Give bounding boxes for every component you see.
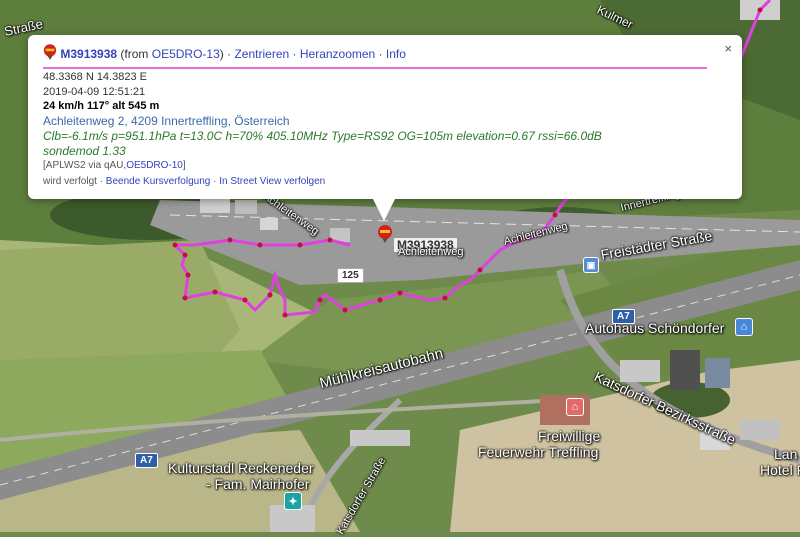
road-badge-a7: A7 bbox=[612, 309, 635, 324]
separator: · bbox=[213, 176, 217, 187]
coordinates: 48.3368 N 14.3823 E bbox=[43, 71, 147, 83]
timestamp: 2019-04-09 12:51:21 bbox=[43, 86, 146, 98]
popup-header: M3913938 (from OE5DRO-13) · Zentrieren ·… bbox=[43, 44, 406, 62]
fire-station-icon[interactable]: ⌂ bbox=[566, 398, 584, 416]
separator: · bbox=[292, 47, 297, 61]
poi-label[interactable]: - Fam. Mairhofer bbox=[206, 476, 309, 492]
zoom-link[interactable]: Heranzoomen bbox=[300, 47, 375, 61]
comment-line-2: sondemod 1.33 bbox=[43, 144, 126, 158]
poi-label[interactable]: Feuerwehr Treffling bbox=[478, 444, 598, 460]
poi-label[interactable]: Hotel F bbox=[760, 462, 800, 478]
center-link[interactable]: Zentrieren bbox=[234, 47, 289, 61]
info-link[interactable]: Info bbox=[386, 47, 406, 61]
path-suffix: ] bbox=[182, 160, 186, 171]
separator: · bbox=[227, 47, 232, 61]
balloon-icon bbox=[43, 44, 57, 60]
balloon-marker-icon[interactable] bbox=[377, 225, 393, 245]
bus-stop-icon[interactable]: ▣ bbox=[583, 257, 599, 273]
tracking-row: wird verfolgt · Beende Kursverfolgung · … bbox=[43, 176, 325, 187]
car-dealer-icon[interactable]: ⌂ bbox=[735, 318, 753, 336]
road-badge-125: 125 bbox=[337, 268, 364, 283]
tracked-text: wird verfolgt · bbox=[43, 176, 104, 187]
streetview-link[interactable]: In Street View verfolgen bbox=[219, 176, 325, 187]
close-icon[interactable]: × bbox=[724, 41, 732, 56]
path-station-link[interactable]: OE5DRO-10 bbox=[126, 160, 183, 171]
venue-icon[interactable]: ✦ bbox=[284, 492, 302, 510]
callsign-link[interactable]: M3913938 bbox=[60, 47, 117, 61]
separator: · bbox=[378, 47, 383, 61]
from-station-link[interactable]: OE5DRO-13 bbox=[152, 47, 220, 61]
road-badge-a7: A7 bbox=[135, 453, 158, 468]
stop-tracking-link[interactable]: Beende Kursverfolgung bbox=[106, 176, 211, 187]
poi-label[interactable]: Kulturstadl Reckeneder bbox=[168, 460, 314, 476]
from-prefix: (from bbox=[120, 47, 149, 61]
address: Achleitenweg 2, 4209 Innertreffling, Öst… bbox=[43, 114, 290, 128]
station-info-popup: M3913938 (from OE5DRO-13) · Zentrieren ·… bbox=[28, 35, 742, 199]
poi-label[interactable]: Freiwillige bbox=[538, 428, 600, 444]
popup-pointer bbox=[373, 199, 395, 221]
packet-path: [APLWS2 via qAU,OE5DRO-10] bbox=[43, 160, 186, 171]
motion-info: 24 km/h 117° alt 545 m bbox=[43, 100, 160, 112]
popup-divider bbox=[43, 67, 707, 69]
path-prefix: [APLWS2 via qAU, bbox=[43, 160, 127, 171]
poi-label[interactable]: Autohaus Schöndorfer bbox=[585, 320, 724, 336]
poi-label[interactable]: Lan bbox=[774, 446, 797, 462]
from-suffix: ) bbox=[219, 47, 224, 61]
street-label: Achleitenweg bbox=[398, 246, 464, 258]
comment-line-1: Clb=-6.1m/s p=951.1hPa t=13.0C h=70% 405… bbox=[43, 129, 602, 143]
